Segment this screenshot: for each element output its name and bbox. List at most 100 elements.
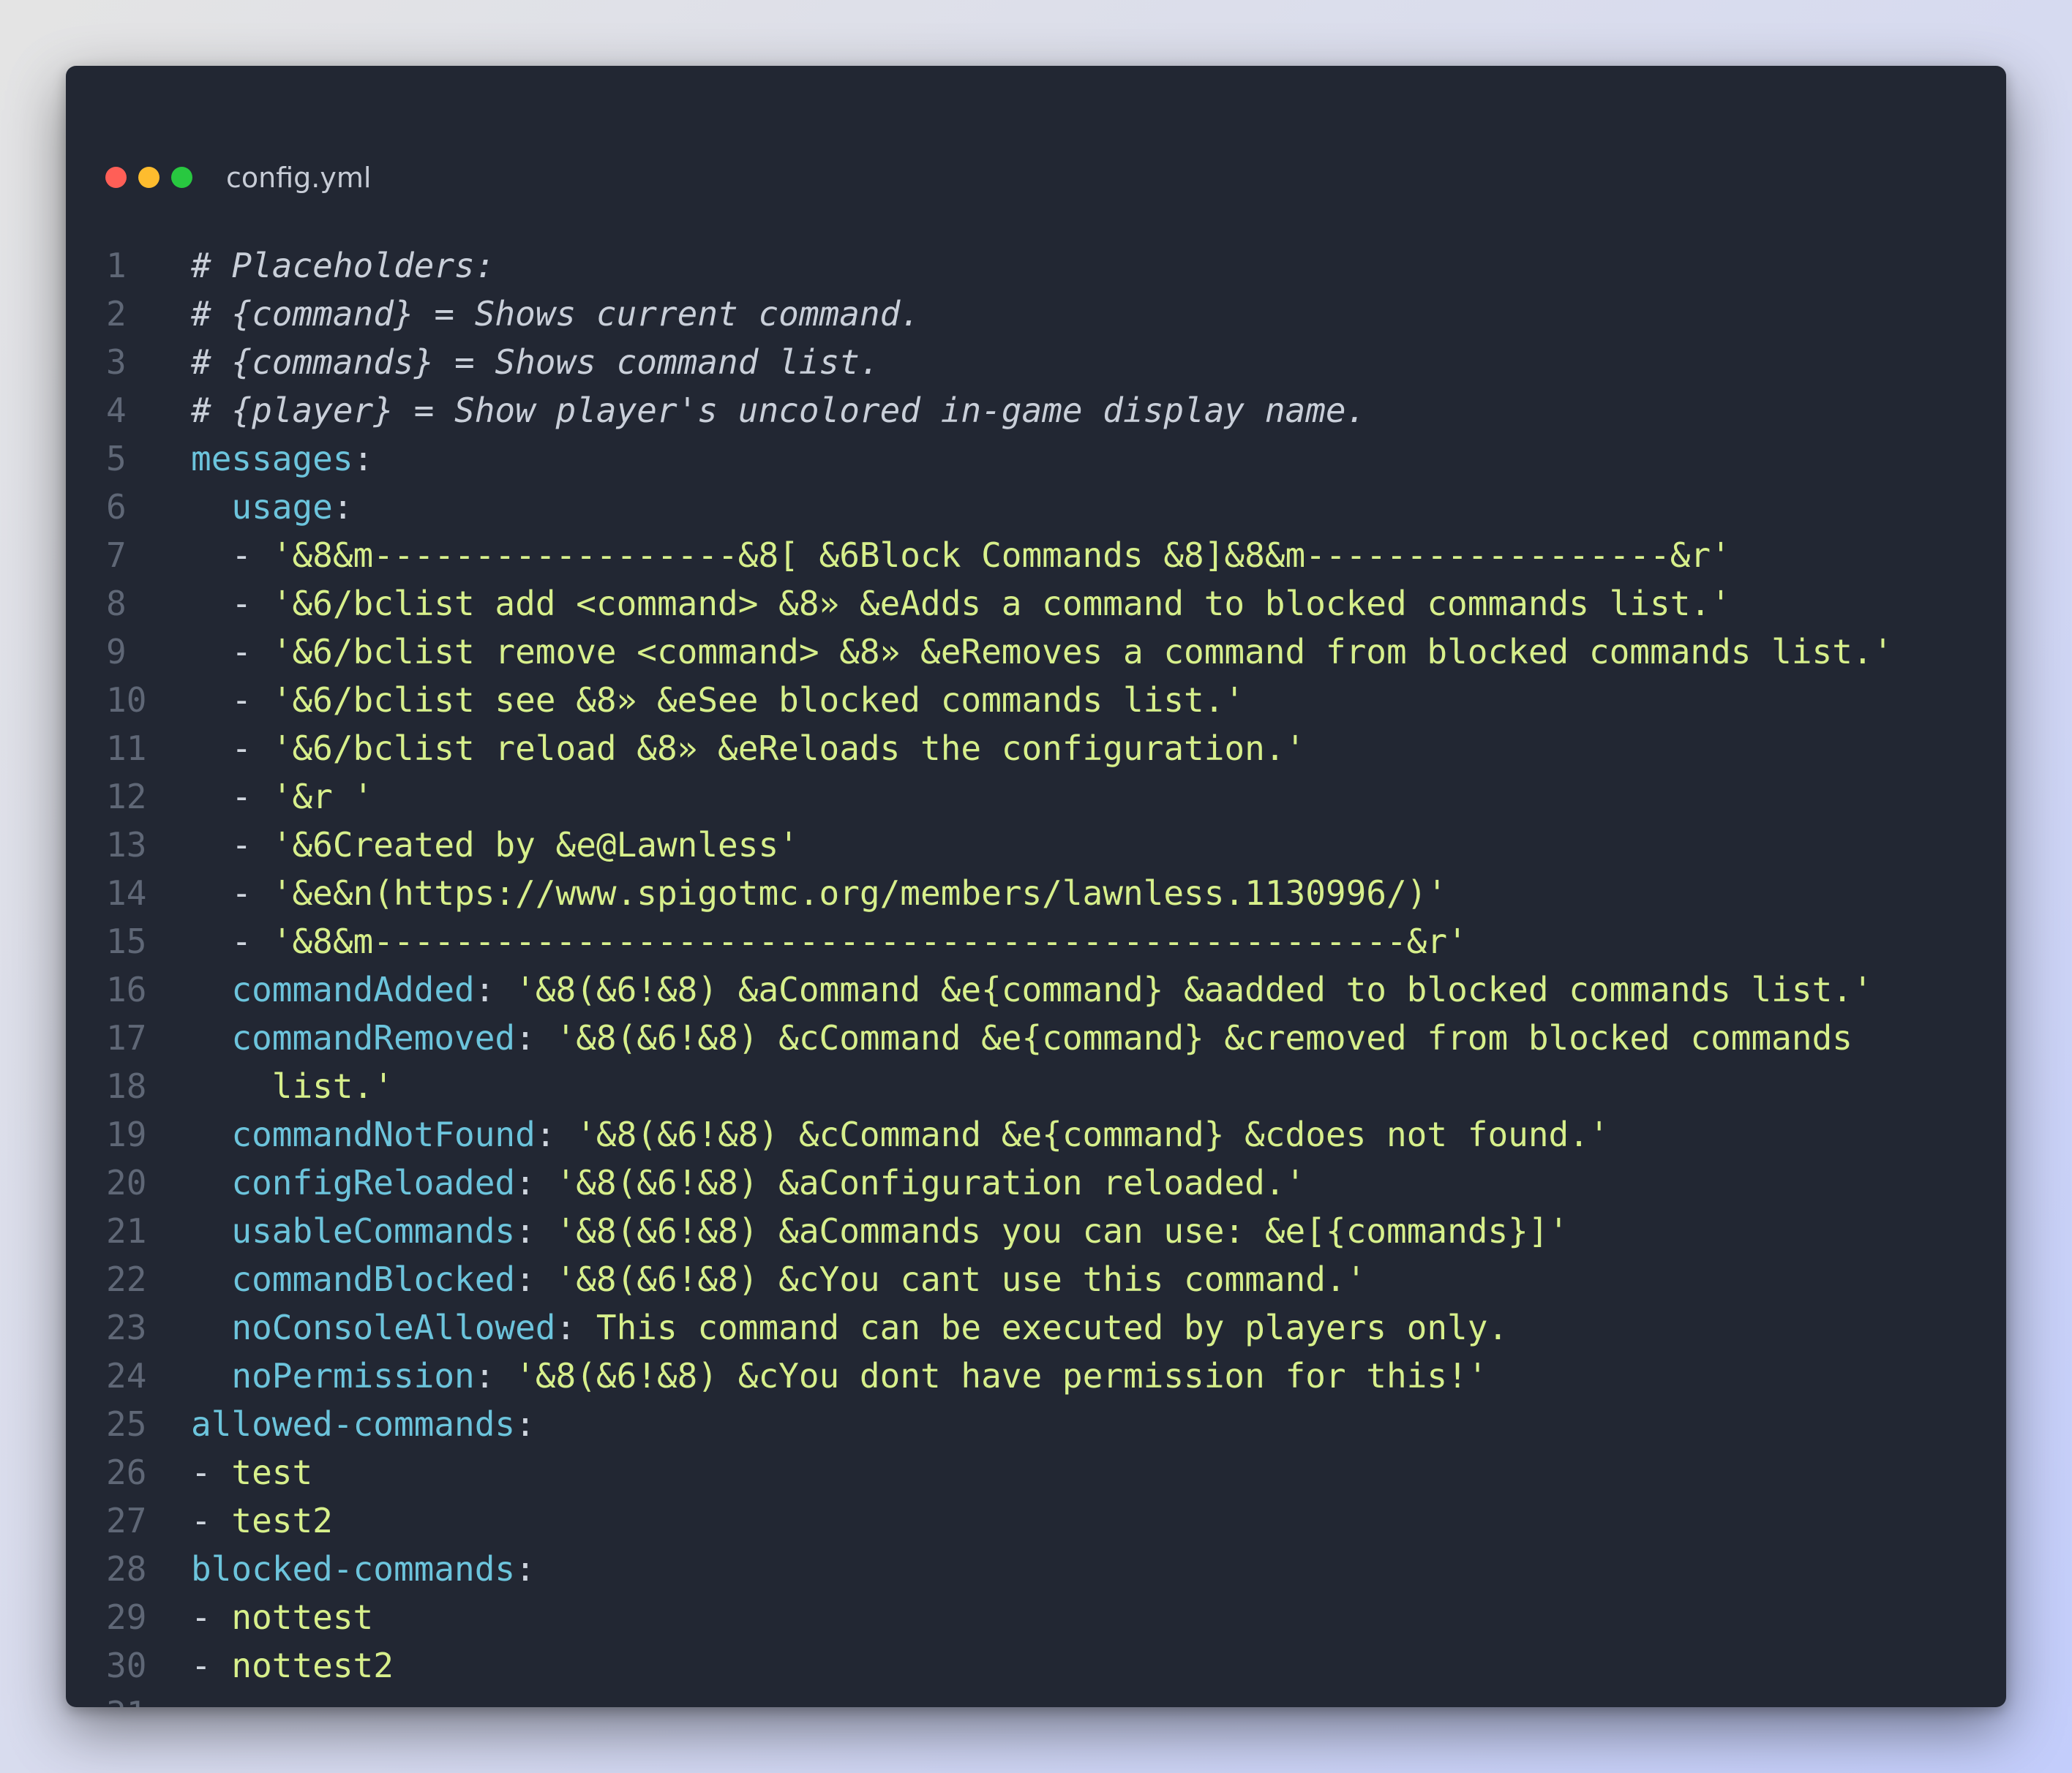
line-content: commandAdded: '&8(&6!&8) &aCommand &e{co… bbox=[191, 965, 1872, 1014]
line-content: - nottest bbox=[191, 1593, 373, 1641]
line-content: - '&r ' bbox=[191, 772, 373, 821]
line-number: 2 bbox=[106, 294, 127, 334]
line-number: 14 bbox=[106, 873, 147, 913]
file-name: config.yml bbox=[226, 162, 372, 194]
code-line: 21 usableCommands: '&8(&6!&8) &aCommands… bbox=[66, 1207, 2006, 1255]
code-token: '&8(&6!&8) &cCommand &e{command} &cdoes … bbox=[576, 1115, 1610, 1154]
code-token: # Placeholders: bbox=[191, 246, 495, 285]
code-token: '&r ' bbox=[271, 777, 374, 816]
line-content: noPermission: '&8(&6!&8) &cYou dont have… bbox=[191, 1352, 1487, 1400]
code-line: 29 - nottest bbox=[66, 1593, 2006, 1641]
code-token: # {player} = Show player's uncolored in-… bbox=[191, 391, 1367, 430]
code-line: 8 - '&6/bclist add <command> &8» &eAdds … bbox=[66, 579, 2006, 628]
code-token: test2 bbox=[231, 1501, 333, 1540]
line-content: # {player} = Show player's uncolored in-… bbox=[191, 386, 1366, 434]
line-content: usableCommands: '&8(&6!&8) &aCommands yo… bbox=[191, 1207, 1569, 1255]
code-token: '&8(&6!&8) &aCommands you can use: &e[{c… bbox=[555, 1211, 1569, 1251]
code-token: : bbox=[515, 1404, 536, 1444]
code-token: # {commands} = Shows command list. bbox=[191, 342, 880, 382]
line-number: 28 bbox=[106, 1549, 147, 1589]
code-token: - bbox=[191, 825, 272, 865]
code-token: '&6Created by &e@Lawnless' bbox=[271, 825, 799, 865]
code-token: - bbox=[191, 729, 272, 768]
code-token: This command can be executed by players … bbox=[596, 1308, 1509, 1347]
code-token: # {command} = Shows current command. bbox=[191, 294, 920, 334]
code-editor[interactable]: 1 # Placeholders: 2 # {command} = Shows cur… bbox=[66, 241, 2006, 1707]
code-token: : bbox=[515, 1549, 536, 1589]
code-window: config.yml 1 # Placeholders: 2 # {command} … bbox=[66, 66, 2006, 1707]
code-token: '&8&m-----------------------------------… bbox=[271, 922, 1468, 961]
line-content: usage: bbox=[191, 483, 353, 531]
code-token: - bbox=[191, 584, 272, 623]
code-line: 2 # {command} = Shows current command. bbox=[66, 290, 2006, 338]
close-window-button[interactable] bbox=[105, 167, 127, 188]
code-token: allowed-commands bbox=[191, 1404, 516, 1444]
code-token: : bbox=[332, 487, 353, 527]
line-number: 19 bbox=[106, 1115, 147, 1154]
code-token: commandNotFound bbox=[231, 1115, 536, 1154]
line-number: 1 bbox=[106, 246, 127, 285]
minimize-window-button[interactable] bbox=[138, 167, 159, 188]
code-line: 7 - '&8&m------------------&8[ &6Block C… bbox=[66, 531, 2006, 579]
line-number: 7 bbox=[106, 535, 127, 575]
line-number: 17 bbox=[106, 1018, 147, 1058]
code-token: : bbox=[474, 1356, 516, 1396]
line-content: - test bbox=[191, 1448, 312, 1497]
code-line: 11 - '&6/bclist reload &8» &eReloads the… bbox=[66, 724, 2006, 772]
maximize-window-button[interactable] bbox=[171, 167, 192, 188]
line-content: blocked-commands: bbox=[191, 1545, 536, 1593]
code-token: test bbox=[231, 1453, 313, 1492]
line-content: - nottest2 bbox=[191, 1641, 394, 1690]
line-content: - '&8&m------------------&8[ &6Block Com… bbox=[191, 531, 1730, 579]
code-line: 3 # {commands} = Shows command list. bbox=[66, 338, 2006, 386]
line-content: - '&6/bclist add <command> &8» &eAdds a … bbox=[191, 579, 1730, 628]
line-content: # {command} = Shows current command. bbox=[191, 290, 920, 338]
line-number: 15 bbox=[106, 922, 147, 961]
code-token: '&8(&6!&8) &cCommand &e{command} &cremov… bbox=[555, 1018, 1853, 1058]
code-line: 17 commandRemoved: '&8(&6!&8) &cCommand … bbox=[66, 1014, 2006, 1062]
code-line: 19 commandNotFound: '&8(&6!&8) &cCommand… bbox=[66, 1110, 2006, 1159]
code-token: commandRemoved bbox=[231, 1018, 516, 1058]
line-number: 27 bbox=[106, 1501, 147, 1540]
code-token: - bbox=[191, 922, 272, 961]
code-token: noConsoleAllowed bbox=[231, 1308, 556, 1347]
code-line: 30 - nottest2 bbox=[66, 1641, 2006, 1690]
code-token: nottest bbox=[231, 1597, 374, 1637]
code-token: '&8(&6!&8) &aConfiguration reloaded.' bbox=[555, 1163, 1306, 1202]
code-token: '&e&n(https://www.spigotmc.org/members/l… bbox=[271, 873, 1448, 913]
code-line: 12 - '&r ' bbox=[66, 772, 2006, 821]
line-number: 5 bbox=[106, 439, 127, 478]
line-content: commandBlocked: '&8(&6!&8) &cYou cant us… bbox=[191, 1255, 1366, 1303]
line-content: # Placeholders: bbox=[191, 241, 495, 290]
line-number: 12 bbox=[106, 777, 147, 816]
code-line: 13 - '&6Created by &e@Lawnless' bbox=[66, 821, 2006, 869]
code-token: commandAdded bbox=[231, 970, 475, 1009]
code-line: 28 blocked-commands: bbox=[66, 1545, 2006, 1593]
code-line: 31 bbox=[66, 1690, 2006, 1707]
line-number: 20 bbox=[106, 1163, 147, 1202]
code-token: configReloaded bbox=[231, 1163, 516, 1202]
code-token: commandBlocked bbox=[231, 1260, 516, 1299]
line-content: - '&6Created by &e@Lawnless' bbox=[191, 821, 799, 869]
code-token: messages bbox=[191, 439, 353, 478]
code-token: : bbox=[474, 970, 516, 1009]
line-content: commandRemoved: '&8(&6!&8) &cCommand &e{… bbox=[191, 1014, 1853, 1062]
line-number: 22 bbox=[106, 1260, 147, 1299]
code-line: 14 - '&e&n(https://www.spigotmc.org/memb… bbox=[66, 869, 2006, 917]
code-line: 26 - test bbox=[66, 1448, 2006, 1497]
code-token: - bbox=[191, 873, 272, 913]
code-line: 6 usage: bbox=[66, 483, 2006, 531]
code-token: '&6/bclist reload &8» &eReloads the conf… bbox=[271, 729, 1306, 768]
code-token: - bbox=[191, 1646, 232, 1685]
line-content: noConsoleAllowed: This command can be ex… bbox=[191, 1303, 1508, 1352]
code-line: 22 commandBlocked: '&8(&6!&8) &cYou cant… bbox=[66, 1255, 2006, 1303]
code-token: list.' bbox=[271, 1066, 394, 1106]
code-line: 4 # {player} = Show player's uncolored in… bbox=[66, 386, 2006, 434]
code-token: - bbox=[191, 535, 272, 575]
line-number: 6 bbox=[106, 487, 127, 527]
